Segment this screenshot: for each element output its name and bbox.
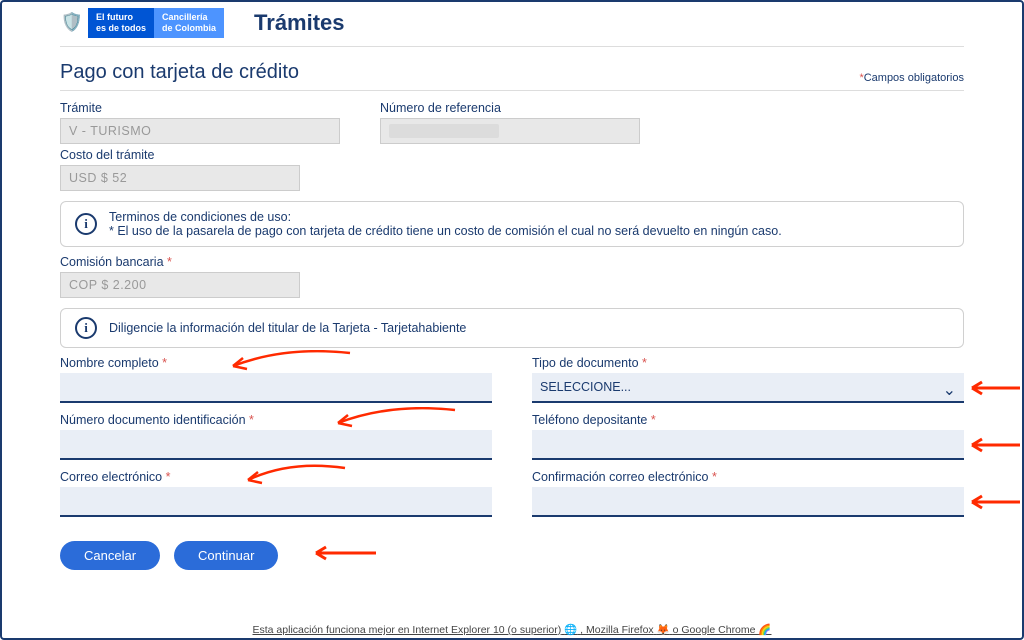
tipo-documento-select[interactable]: SELECCIONE... — [532, 373, 964, 403]
costo-tramite-value: USD $ 52 — [60, 165, 300, 191]
tramite-value: V - TURISMO — [60, 118, 340, 144]
telefono-depositante-label: Teléfono depositante * — [532, 413, 964, 427]
numero-referencia-label: Número de referencia — [380, 101, 640, 115]
numero-documento-label: Número documento identificación * — [60, 413, 492, 427]
confirmacion-correo-input[interactable] — [532, 487, 964, 517]
tramite-label: Trámite — [60, 101, 340, 115]
tipo-documento-label: Tipo de documento * — [532, 356, 964, 370]
numero-documento-input[interactable] — [60, 430, 492, 460]
correo-electronico-input[interactable] — [60, 487, 492, 517]
cancel-button[interactable]: Cancelar — [60, 541, 160, 570]
continue-button[interactable]: Continuar — [174, 541, 278, 570]
confirmacion-correo-label: Confirmación correo electrónico * — [532, 470, 964, 484]
nombre-completo-label: Nombre completo * — [60, 356, 492, 370]
telefono-depositante-input[interactable] — [532, 430, 964, 460]
browser-compat-footer: Esta aplicación funciona mejor en Intern… — [0, 623, 1024, 636]
correo-electronico-label: Correo electrónico * — [60, 470, 492, 484]
numero-referencia-value — [380, 118, 640, 144]
costo-tramite-label: Costo del trámite — [60, 148, 300, 162]
comision-bancaria-label: Comisión bancaria * — [60, 255, 300, 269]
comision-bancaria-value: COP $ 2.200 — [60, 272, 300, 298]
nombre-completo-input[interactable] — [60, 373, 492, 403]
